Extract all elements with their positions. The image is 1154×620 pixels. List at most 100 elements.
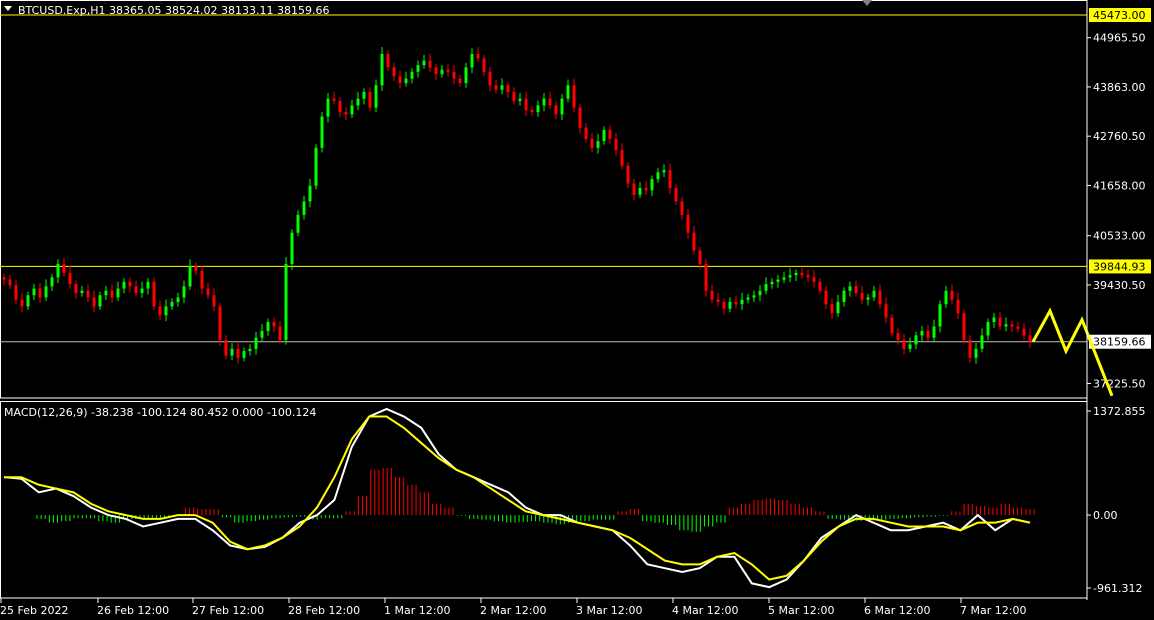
candle-body[interactable]	[92, 297, 96, 307]
candle-body[interactable]	[836, 301, 840, 314]
candle-body[interactable]	[686, 214, 690, 233]
candle-body[interactable]	[578, 107, 582, 128]
candle-body[interactable]	[440, 69, 444, 75]
macd-panel[interactable]: 1372.855 0.00 -961.312	[0, 401, 1146, 599]
candle-body[interactable]	[362, 91, 366, 99]
candle-body[interactable]	[656, 172, 660, 180]
candle-body[interactable]	[230, 348, 234, 356]
candle-body[interactable]	[824, 290, 828, 305]
candle-body[interactable]	[410, 71, 414, 79]
candle-body[interactable]	[812, 277, 816, 282]
candle-body[interactable]	[248, 348, 252, 352]
candle-body[interactable]	[188, 266, 192, 287]
candle-body[interactable]	[344, 112, 348, 115]
candle-body[interactable]	[758, 290, 762, 296]
candle-body[interactable]	[566, 85, 570, 99]
candle-body[interactable]	[200, 270, 204, 289]
candle-body[interactable]	[602, 129, 606, 142]
candle-body[interactable]	[218, 306, 222, 340]
candle-body[interactable]	[662, 170, 666, 173]
candle-body[interactable]	[872, 290, 876, 298]
candle-body[interactable]	[728, 301, 732, 309]
candle-body[interactable]	[614, 138, 618, 151]
candle-body[interactable]	[560, 98, 564, 115]
candle-body[interactable]	[128, 281, 132, 287]
candle-body[interactable]	[638, 188, 642, 195]
candle-body[interactable]	[974, 348, 978, 358]
candle-body[interactable]	[464, 67, 468, 84]
candle-body[interactable]	[44, 286, 48, 298]
candle-body[interactable]	[1010, 324, 1014, 327]
candle-body[interactable]	[932, 326, 936, 338]
candle-body[interactable]	[968, 339, 972, 358]
candle-body[interactable]	[482, 58, 486, 72]
candle-body[interactable]	[692, 232, 696, 251]
candle-body[interactable]	[746, 297, 750, 300]
candle-body[interactable]	[308, 185, 312, 202]
candle-body[interactable]	[104, 290, 108, 296]
candle-body[interactable]	[302, 201, 306, 215]
candle-body[interactable]	[38, 288, 42, 298]
candle-body[interactable]	[296, 214, 300, 233]
candle-body[interactable]	[626, 165, 630, 184]
candle-body[interactable]	[806, 275, 810, 278]
candle-body[interactable]	[800, 272, 804, 276]
candle-body[interactable]	[866, 297, 870, 300]
candle-body[interactable]	[110, 290, 114, 298]
candle-body[interactable]	[518, 98, 522, 101]
candle-body[interactable]	[50, 277, 54, 287]
candle-body[interactable]	[944, 290, 948, 305]
candle-body[interactable]	[356, 98, 360, 106]
candle-body[interactable]	[920, 330, 924, 336]
candle-body[interactable]	[722, 301, 726, 309]
candle-body[interactable]	[590, 138, 594, 148]
candle-body[interactable]	[548, 98, 552, 106]
candle-body[interactable]	[674, 188, 678, 202]
candle-body[interactable]	[404, 78, 408, 84]
candle-body[interactable]	[158, 306, 162, 316]
candle-body[interactable]	[530, 109, 534, 113]
candle-body[interactable]	[596, 141, 600, 148]
candle-body[interactable]	[668, 170, 672, 189]
candle-body[interactable]	[542, 98, 546, 106]
candle-body[interactable]	[68, 272, 72, 285]
candle-body[interactable]	[650, 179, 654, 191]
candle-body[interactable]	[254, 337, 258, 349]
candle-body[interactable]	[908, 344, 912, 349]
candle-body[interactable]	[74, 284, 78, 294]
candle-body[interactable]	[764, 284, 768, 291]
candle-body[interactable]	[428, 60, 432, 68]
candle-body[interactable]	[140, 288, 144, 294]
candle-body[interactable]	[584, 127, 588, 139]
candle-body[interactable]	[698, 250, 702, 264]
candle-body[interactable]	[536, 105, 540, 113]
candle-body[interactable]	[956, 299, 960, 314]
candle-body[interactable]	[182, 286, 186, 298]
candle-body[interactable]	[2, 277, 6, 280]
candle-body[interactable]	[284, 263, 288, 340]
candle-body[interactable]	[98, 295, 102, 307]
candle-body[interactable]	[980, 335, 984, 349]
candle-body[interactable]	[272, 322, 276, 327]
candle-body[interactable]	[854, 286, 858, 294]
candle-body[interactable]	[56, 263, 60, 278]
candle-body[interactable]	[782, 277, 786, 280]
candle-body[interactable]	[1028, 335, 1032, 342]
candle-body[interactable]	[716, 299, 720, 302]
candle-body[interactable]	[950, 290, 954, 300]
candle-body[interactable]	[260, 330, 264, 338]
candle-body[interactable]	[884, 304, 888, 318]
candle-body[interactable]	[962, 313, 966, 340]
candle-body[interactable]	[26, 295, 30, 307]
candle-body[interactable]	[488, 71, 492, 86]
candle-body[interactable]	[740, 299, 744, 305]
candle-body[interactable]	[818, 281, 822, 291]
candle-body[interactable]	[1004, 324, 1008, 327]
candle-body[interactable]	[752, 295, 756, 298]
candle-body[interactable]	[506, 85, 510, 92]
candle-body[interactable]	[116, 288, 120, 298]
dropdown-triangle-icon[interactable]	[4, 6, 12, 11]
candle-body[interactable]	[212, 295, 216, 307]
candle-body[interactable]	[380, 54, 384, 86]
candle-body[interactable]	[896, 333, 900, 340]
